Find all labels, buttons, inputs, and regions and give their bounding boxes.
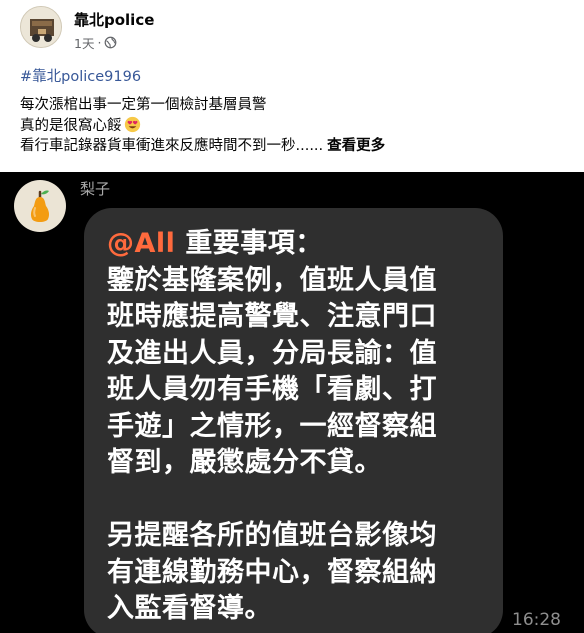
post-meta: 1天 ·: [74, 33, 117, 52]
heart-eyes-emoji-icon: [124, 116, 140, 132]
chat-screenshot: 梨子 @All 重要事項： 鑒於基隆案例，值班人員值 班時應提高警覺、注意門口 …: [0, 172, 584, 633]
meta-separator: ·: [97, 35, 102, 50]
post-hashtag[interactable]: #靠北police9196: [20, 65, 141, 86]
post-time[interactable]: 1天: [74, 33, 94, 52]
mention-tag: @All: [107, 228, 176, 259]
pear-icon: [30, 190, 50, 222]
message-line: 及進出人員，分局長諭：值: [107, 337, 437, 369]
message-line: 手遊」之情形，一經督察組: [107, 410, 437, 442]
globe-icon[interactable]: [104, 36, 117, 49]
message-line: @All 重要事項：: [107, 226, 487, 263]
post-line: 每次漲棺出事一定第一個檢討基層員警: [20, 97, 267, 113]
page-avatar[interactable]: [20, 6, 62, 48]
post-line: 真的是很窩心餒: [20, 116, 385, 137]
message-line: 入監看督導。: [107, 593, 272, 624]
message-line-text: 重要事項：: [185, 228, 323, 259]
author-name[interactable]: 靠北police: [74, 9, 154, 30]
post-line-text: 看行車記錄器貨車衝進來反應時間不到一秒......: [20, 138, 324, 154]
message-text: @All 重要事項： 鑒於基隆案例，值班人員值 班時應提高警覺、注意門口 及進出…: [107, 226, 487, 628]
post-line: 看行車記錄器貨車衝進來反應時間不到一秒...... 查看更多: [20, 136, 385, 157]
message-line: 鑒於基隆案例，值班人員值: [107, 264, 437, 296]
message-timestamp: 16:28: [512, 610, 561, 630]
post-body: 每次漲棺出事一定第一個檢討基層員警 真的是很窩心餒 看行車記錄器貨車衝進來反應時…: [20, 95, 385, 157]
page-avatar-image: [21, 7, 61, 47]
message-line: 班人員勿有手機「看劇、打: [107, 374, 437, 405]
message-line: 督到，嚴懲處分不貸。: [107, 447, 382, 478]
see-more-link[interactable]: 查看更多: [327, 138, 385, 154]
message-bubble: @All 重要事項： 鑒於基隆案例，值班人員值 班時應提高警覺、注意門口 及進出…: [84, 208, 503, 633]
sender-avatar: [14, 180, 66, 232]
post-header: 靠北police 1天 ·: [0, 0, 584, 64]
message-line: 班時應提高警覺、注意門口: [107, 301, 437, 332]
sender-name: 梨子: [80, 180, 111, 198]
post-line-text: 真的是很窩心餒: [20, 117, 122, 134]
message-line: 有連線勤務中心，督察組納: [107, 556, 437, 588]
message-line: 另提醒各所的值班台影像均: [107, 520, 437, 551]
